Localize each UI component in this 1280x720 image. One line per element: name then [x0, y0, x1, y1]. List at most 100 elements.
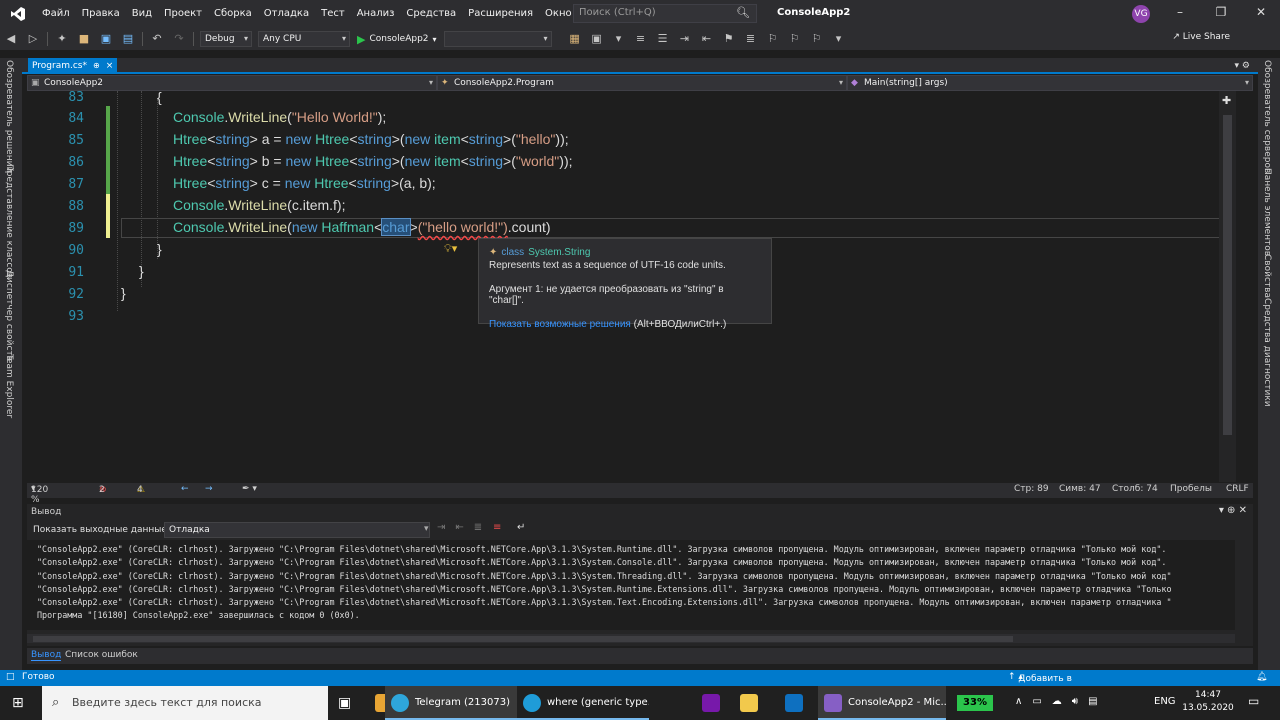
taskbar-clock[interactable]: 14:47 13.05.2020	[1181, 689, 1235, 715]
next-bookmark-icon[interactable]: ⚐	[765, 31, 781, 47]
solution-platform-select[interactable]: Any CPU ▾	[258, 31, 350, 47]
toolbar-options-icon[interactable]: ▾	[831, 31, 847, 47]
lightbulb-icon[interactable]: 💡︎▾	[444, 242, 457, 256]
live-share-button[interactable]: ↗ Live Share	[1172, 32, 1230, 42]
word-wrap-icon[interactable]: ↵	[517, 522, 525, 533]
taskbar-search-input[interactable]: ⌕ Введите здесь текст для поиска	[42, 686, 328, 720]
clear-bookmarks-icon[interactable]: ⚐	[809, 31, 825, 47]
member-select[interactable]: ◆ Main(string[] args) ▾	[847, 75, 1253, 91]
task-view-icon[interactable]: ▣	[338, 695, 351, 711]
save-icon[interactable]: ▣	[98, 31, 114, 47]
source-control-button[interactable]: ↑ Добавить в систему управления версиями…	[1008, 672, 1075, 714]
tab-list-dropdown-icon[interactable]: ▾ ⚙	[1235, 58, 1250, 74]
show-fixes-link[interactable]: Показать возможные решения	[489, 319, 631, 330]
zoom-select[interactable]: 120 % ▾	[31, 484, 48, 505]
scrollbar-thumb[interactable]	[1223, 115, 1232, 435]
code-cleanup-icon[interactable]: ✒ ▾	[242, 484, 257, 494]
comment-icon[interactable]: ☰	[655, 31, 671, 47]
solution-explorer-tab[interactable]: Обозреватель решений	[4, 60, 14, 172]
menu-window[interactable]: Окно	[539, 0, 578, 28]
redo-icon[interactable]: ↷	[171, 31, 187, 47]
close-tab-icon[interactable]: ×	[106, 58, 114, 74]
diagnostic-tools-tab[interactable]: Средства диагностики	[1262, 298, 1272, 407]
back-icon[interactable]: ◀	[3, 31, 19, 47]
toolbox-tab[interactable]: Панель элементов	[1262, 168, 1272, 256]
forward-icon[interactable]: ▷	[25, 31, 41, 47]
output-text[interactable]: "ConsoleApp2.exe" (CoreCLR: clrhost). За…	[27, 540, 1235, 630]
folder-icon[interactable]	[740, 694, 758, 712]
project-select[interactable]: ▣ ConsoleApp2 ▾	[27, 75, 437, 91]
properties-tab[interactable]: Свойства	[1262, 254, 1272, 298]
selected-token[interactable]: char	[381, 218, 411, 236]
chevron-down-icon: ▾	[543, 34, 548, 43]
split-editor-icon[interactable]: ✚	[1222, 94, 1231, 107]
output-source-select[interactable]: Отладка	[164, 522, 430, 538]
solution-configuration-select[interactable]: Debug ▾	[200, 31, 252, 47]
format-icon[interactable]: ≣	[743, 31, 759, 47]
class-view-tab[interactable]: Представление классов	[4, 164, 14, 278]
pin-icon[interactable]: ⊕	[93, 58, 100, 74]
menu-project[interactable]: Проект	[158, 0, 208, 28]
property-manager-tab[interactable]: Диспетчер свойств	[4, 270, 14, 361]
token: new	[404, 131, 431, 147]
minimize-icon[interactable]: –	[1166, 5, 1194, 19]
clear-all-icon[interactable]: ≡	[493, 522, 501, 533]
taskbar-edge[interactable]: where (generic type...	[517, 686, 649, 720]
horizontal-scrollbar[interactable]	[27, 634, 1235, 643]
panel-controls[interactable]: ▾ ⊕ ✕	[1219, 505, 1247, 516]
restore-icon[interactable]: ❐	[1207, 5, 1235, 19]
menu-edit[interactable]: Правка	[76, 0, 126, 28]
action-center-icon[interactable]: ▭	[1248, 694, 1259, 708]
menu-extensions[interactable]: Расширения	[462, 0, 539, 28]
menu-view[interactable]: Вид	[126, 0, 158, 28]
next-issue-icon[interactable]: →	[205, 484, 213, 494]
start-debugging-button[interactable]: ▶ ConsoleApp2 ▾	[357, 33, 437, 46]
system-tray-icons[interactable]: ∧ ▭ ☁ 🔊︎ ▤	[1015, 696, 1098, 707]
windows-start-icon[interactable]: ⊞	[12, 695, 24, 711]
battery-indicator[interactable]: 33%	[957, 695, 993, 711]
screenshot-icon[interactable]: ▣	[589, 31, 605, 47]
taskbar-telegram[interactable]: Telegram (213073)	[385, 686, 517, 720]
menu-file[interactable]: Файл	[36, 0, 76, 28]
tab-program-cs[interactable]: Program.cs* ⊕ ×	[28, 58, 118, 74]
close-window-icon[interactable]: ✕	[1247, 5, 1275, 19]
outdent-icon[interactable]: ⇤	[699, 31, 715, 47]
new-project-icon[interactable]: ✦	[54, 31, 70, 47]
line-endings[interactable]: CRLF	[1226, 484, 1249, 494]
vertical-scrollbar[interactable]: ✚	[1219, 91, 1236, 482]
dropdown-icon[interactable]: ▾	[611, 31, 627, 47]
onenote-icon[interactable]	[702, 694, 720, 712]
output-toolbar-icons[interactable]: ⇥ ⇤ ≣	[427, 522, 482, 533]
input-language[interactable]: ENG	[1154, 696, 1176, 707]
clock-date: 13.05.2020	[1182, 703, 1234, 713]
save-all-icon[interactable]: ▤	[120, 31, 136, 47]
search-icon: ⌕	[52, 695, 60, 710]
scrollbar-thumb[interactable]	[33, 636, 1013, 642]
avatar[interactable]: VG	[1132, 5, 1150, 23]
open-folder-icon[interactable]: ■	[76, 31, 92, 47]
vscode-icon[interactable]	[785, 694, 803, 712]
browse-icon[interactable]: ▦	[567, 31, 583, 47]
search-input[interactable]: Поиск (Ctrl+Q) 🔍︎	[573, 4, 757, 23]
menu-analyze[interactable]: Анализ	[351, 0, 401, 28]
menu-tools[interactable]: Средства	[400, 0, 462, 28]
indent-icon[interactable]: ⇥	[677, 31, 693, 47]
undo-icon[interactable]: ↶	[149, 31, 165, 47]
tab-output[interactable]: Вывод	[31, 650, 62, 661]
whitespace-mode[interactable]: Пробелы	[1170, 484, 1212, 494]
align-left-icon[interactable]: ≡	[633, 31, 649, 47]
debug-target-select[interactable]: ▾	[443, 31, 552, 47]
previous-issue-icon[interactable]: ←	[181, 484, 189, 494]
tab-error-list[interactable]: Список ошибок	[65, 650, 138, 660]
taskbar-visual-studio[interactable]: ConsoleApp2 - Mic...	[818, 686, 946, 720]
server-explorer-tab[interactable]: Обозреватель серверов	[1262, 60, 1272, 173]
error-token[interactable]: ("hello world!")	[418, 219, 508, 235]
menu-test[interactable]: Тест	[315, 0, 351, 28]
type-select[interactable]: ✦ ConsoleApp2.Program ▾	[437, 75, 847, 91]
bookmark-icon[interactable]: ⚑	[721, 31, 737, 47]
notifications-icon[interactable]: 🔔︎	[1256, 672, 1267, 682]
menu-build[interactable]: Сборка	[208, 0, 258, 28]
menu-debug[interactable]: Отладка	[258, 0, 315, 28]
team-explorer-tab[interactable]: Team Explorer	[4, 354, 14, 418]
bookmark-list-icon[interactable]: ⚐	[787, 31, 803, 47]
